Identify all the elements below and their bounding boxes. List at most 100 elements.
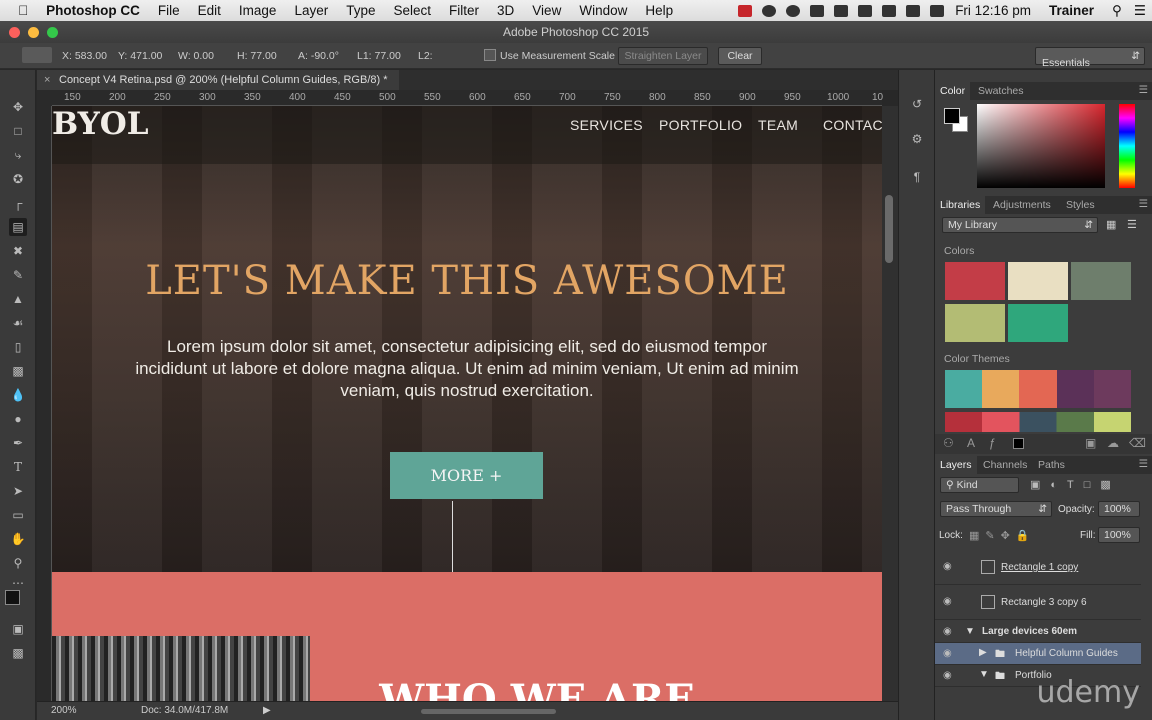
- panel-menu-icon[interactable]: ☰: [1139, 198, 1148, 210]
- opacity-field[interactable]: 100%: [1098, 501, 1140, 517]
- add-text-icon[interactable]: A: [967, 436, 975, 450]
- user-name[interactable]: Trainer: [1037, 3, 1106, 18]
- quick-select-tool-icon[interactable]: ✪: [9, 170, 27, 188]
- blur-tool-icon[interactable]: 💧: [9, 386, 27, 404]
- screen-mode-icon[interactable]: ▩: [9, 644, 27, 662]
- layer-row[interactable]: ◉ Rectangle 1 copy: [935, 551, 1141, 585]
- bell-icon[interactable]: [762, 4, 777, 17]
- clear-button[interactable]: Clear: [718, 47, 762, 65]
- menu-window[interactable]: Window: [570, 0, 636, 21]
- tab-swatches[interactable]: Swatches: [973, 82, 1029, 100]
- brush-tool-icon[interactable]: ✎: [9, 266, 27, 284]
- path-select-tool-icon[interactable]: ➤: [9, 482, 27, 500]
- zoom-tool-icon[interactable]: ⚲: [9, 554, 27, 572]
- horizontal-ruler[interactable]: 150 200 250 300 350 400 450 500 550 600 …: [52, 90, 883, 106]
- scrollbar-thumb[interactable]: [885, 195, 893, 263]
- clock[interactable]: Fri 12:16 pm: [949, 3, 1037, 18]
- tab-channels[interactable]: Channels: [978, 456, 1032, 474]
- menu-layer[interactable]: Layer: [285, 0, 337, 21]
- character-panel-icon[interactable]: ¶: [908, 168, 926, 186]
- eye-icon[interactable]: ◉: [943, 596, 952, 607]
- layer-filter-kind[interactable]: ⚲ Kind: [940, 477, 1019, 493]
- sync-icon[interactable]: [858, 4, 873, 17]
- list-icon[interactable]: ☰: [1128, 3, 1152, 19]
- menu-file[interactable]: File: [149, 0, 189, 21]
- close-icon[interactable]: ×: [44, 70, 50, 90]
- layer-row[interactable]: ◉ Rectangle 3 copy 6: [935, 586, 1141, 620]
- straighten-layer-button[interactable]: Straighten Layer: [618, 47, 708, 65]
- library-color-swatch[interactable]: [1008, 304, 1068, 342]
- ruler-tool-icon[interactable]: ▤: [9, 218, 27, 236]
- pen-tool-icon[interactable]: ✒: [9, 434, 27, 452]
- tab-styles[interactable]: Styles: [1061, 196, 1100, 214]
- horizontal-scrollbar[interactable]: [421, 709, 556, 714]
- library-color-swatch[interactable]: [1071, 262, 1131, 300]
- cloud-icon[interactable]: [810, 4, 825, 17]
- history-panel-icon[interactable]: ↺: [908, 95, 926, 113]
- library-color-swatch[interactable]: [945, 262, 1005, 300]
- add-color-icon[interactable]: [1013, 438, 1024, 449]
- stamp-tool-icon[interactable]: ▲: [9, 290, 27, 308]
- color-picker-field[interactable]: [977, 104, 1105, 188]
- collapse-arrow-icon[interactable]: ▼: [979, 669, 989, 680]
- add-graphic-icon[interactable]: ⚇: [943, 436, 954, 450]
- eye-icon[interactable]: ◉: [943, 670, 952, 681]
- minimize-window-button[interactable]: [28, 27, 39, 38]
- blend-mode-select[interactable]: Pass Through ⇵: [940, 501, 1052, 517]
- expand-arrow-icon[interactable]: ▶: [979, 647, 987, 658]
- status-menu-arrow-icon[interactable]: ▶: [263, 705, 271, 716]
- crop-tool-icon[interactable]: ┌: [9, 194, 27, 212]
- quick-mask-icon[interactable]: ▣: [9, 620, 27, 638]
- menu-image[interactable]: Image: [230, 0, 286, 21]
- layer-group-row[interactable]: ◉ ▼ Large devices 60em: [935, 621, 1141, 643]
- properties-panel-icon[interactable]: ⚙: [908, 130, 926, 148]
- chat-icon[interactable]: [786, 4, 801, 17]
- marquee-tool-icon[interactable]: □: [9, 122, 27, 140]
- library-color-swatch[interactable]: [1008, 262, 1068, 300]
- move-tool-icon[interactable]: ✥: [9, 98, 27, 116]
- type-tool-icon[interactable]: T: [9, 458, 27, 476]
- eraser-tool-icon[interactable]: ▯: [9, 338, 27, 356]
- history-brush-icon[interactable]: ☙: [9, 314, 27, 332]
- menu-3d[interactable]: 3D: [488, 0, 523, 21]
- panel-menu-icon[interactable]: ☰: [1139, 84, 1148, 96]
- ruler-origin[interactable]: [37, 90, 52, 106]
- menu-photoshop[interactable]: Photoshop CC: [37, 0, 149, 21]
- wifi-icon[interactable]: [906, 4, 921, 17]
- tab-layers[interactable]: Layers: [935, 456, 977, 474]
- record-icon[interactable]: [738, 4, 753, 17]
- stock-icon[interactable]: ▣: [1085, 436, 1096, 450]
- tab-paths[interactable]: Paths: [1033, 456, 1070, 474]
- menu-select[interactable]: Select: [385, 0, 441, 21]
- zoom-window-button[interactable]: [47, 27, 58, 38]
- menu-edit[interactable]: Edit: [189, 0, 230, 21]
- library-select[interactable]: My Library ⇵: [942, 217, 1098, 233]
- library-color-swatch[interactable]: [945, 304, 1005, 342]
- layer-group-row[interactable]: ◉ ▶ 🖿 Helpful Column Guides: [935, 643, 1141, 665]
- add-style-icon[interactable]: ƒ: [989, 436, 996, 450]
- list-view-icon[interactable]: ☰: [1127, 218, 1137, 231]
- lock-icons[interactable]: ▦✎✥🔒: [969, 529, 1036, 542]
- airplay-icon[interactable]: [882, 4, 897, 17]
- menu-type[interactable]: Type: [337, 0, 384, 21]
- healing-tool-icon[interactable]: ✖: [9, 242, 27, 260]
- zoom-level[interactable]: 200%: [51, 705, 77, 716]
- workspace-select[interactable]: Essentials ⇵: [1035, 47, 1145, 69]
- menu-help[interactable]: Help: [636, 0, 682, 21]
- vertical-ruler[interactable]: [37, 106, 52, 701]
- dodge-tool-icon[interactable]: ●: [9, 410, 27, 428]
- mail-icon[interactable]: [834, 4, 849, 17]
- foreground-color-swatch[interactable]: [5, 590, 20, 605]
- color-theme-row[interactable]: [945, 370, 1132, 408]
- lasso-tool-icon[interactable]: ⤷: [9, 146, 27, 164]
- layer-filter-icons[interactable]: ▣◐T□▩: [1030, 478, 1140, 491]
- eye-icon[interactable]: ◉: [943, 561, 952, 572]
- grid-view-icon[interactable]: ▦: [1106, 218, 1116, 231]
- fill-field[interactable]: 100%: [1098, 527, 1140, 543]
- color-theme-row-2[interactable]: [945, 412, 1131, 432]
- trash-icon[interactable]: ⌫: [1129, 436, 1146, 450]
- gradient-tool-icon[interactable]: ▩: [9, 362, 27, 380]
- tab-adjustments[interactable]: Adjustments: [988, 196, 1056, 214]
- battery-icon[interactable]: [930, 4, 945, 17]
- ruler-tool-preset-icon[interactable]: [22, 47, 52, 63]
